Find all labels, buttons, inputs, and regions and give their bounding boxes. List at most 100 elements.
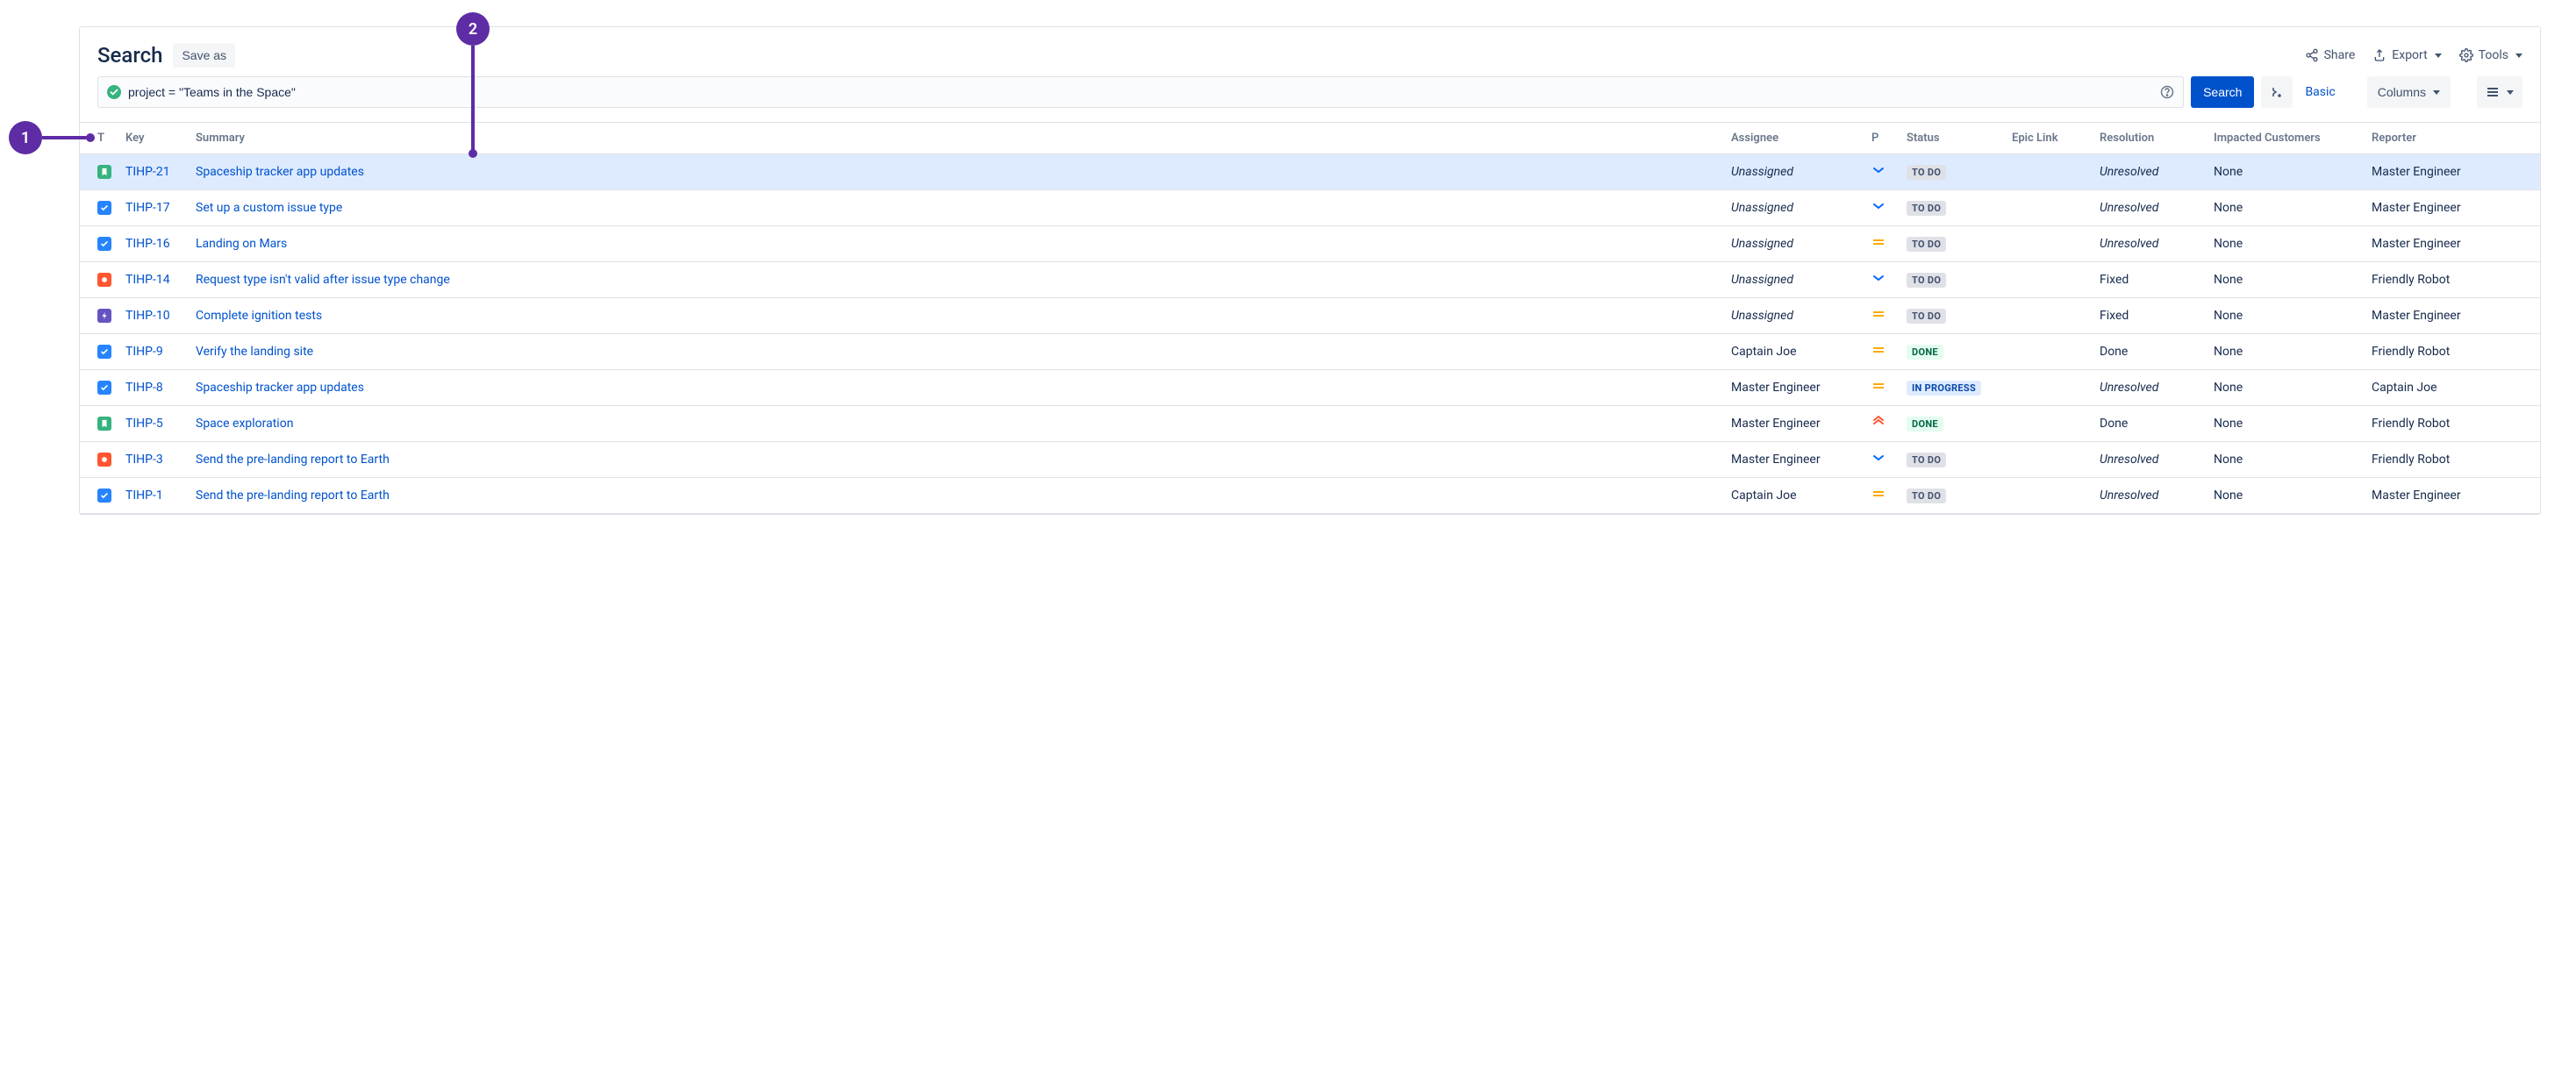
search-button[interactable]: Search [2191, 76, 2254, 108]
cell-priority [1864, 190, 1900, 226]
priority-medium-icon [1871, 487, 1885, 501]
save-as-button[interactable]: Save as [173, 43, 235, 68]
table-row[interactable]: TIHP-8 Spaceship tracker app updates Maste… [80, 370, 2540, 406]
issue-key-link[interactable]: TIHP-16 [125, 237, 170, 251]
status-badge: TO DO [1907, 201, 1946, 216]
col-header-summary[interactable]: Summary [189, 123, 1724, 154]
cell-priority [1864, 334, 1900, 370]
annotation-1-line [42, 136, 88, 139]
col-header-status[interactable]: Status [1900, 123, 2005, 154]
syntax-help-button[interactable] [2261, 76, 2293, 108]
cell-type [80, 370, 118, 406]
cell-priority [1864, 406, 1900, 442]
cell-type [80, 190, 118, 226]
col-header-key[interactable]: Key [118, 123, 189, 154]
issue-summary-link[interactable]: Spaceship tracker app updates [196, 381, 364, 395]
cell-impacted: None [2207, 478, 2365, 514]
issue-summary-link[interactable]: Set up a custom issue type [196, 201, 342, 215]
cell-resolution: Done [2100, 417, 2128, 431]
issue-summary-link[interactable]: Landing on Mars [196, 237, 287, 251]
priority-low-icon [1871, 271, 1885, 285]
tools-button[interactable]: Tools [2459, 48, 2522, 62]
cell-reporter: Master Engineer [2365, 226, 2540, 262]
table-row[interactable]: TIHP-17Set up a custom issue typeUnassig… [80, 190, 2540, 226]
issue-key-link[interactable]: TIHP-9 [125, 345, 163, 359]
col-header-impacted[interactable]: Impacted Customers [2207, 123, 2365, 154]
col-header-reporter[interactable]: Reporter [2365, 123, 2540, 154]
columns-button[interactable]: Columns [2367, 76, 2451, 108]
issue-type-icon [97, 417, 111, 431]
status-badge: TO DO [1907, 453, 1946, 467]
cell-resolution: Unresolved [2100, 489, 2158, 503]
issue-summary-link[interactable]: Send the pre-landing report to Earth [196, 453, 390, 467]
col-header-epic[interactable]: Epic Link [2005, 123, 2093, 154]
annotation-2: 2 [456, 12, 490, 46]
jql-input-box[interactable] [97, 76, 2184, 108]
issue-key-link[interactable]: TIHP-17 [125, 201, 170, 215]
cell-resolution: Fixed [2100, 309, 2129, 323]
cell-type [80, 262, 118, 298]
cell-reporter: Master Engineer [2365, 478, 2540, 514]
priority-low-icon [1871, 451, 1885, 465]
cell-impacted: None [2207, 298, 2365, 334]
table-row[interactable]: TIHP-9 Verify the landing site Captain Joe… [80, 334, 2540, 370]
valid-query-icon [107, 85, 121, 99]
table-row[interactable]: TIHP-14 Request type isn't valid after is… [80, 262, 2540, 298]
issue-type-icon [97, 273, 111, 287]
issue-summary-link[interactable]: Spaceship tracker app updates [196, 165, 364, 179]
issue-summary-link[interactable]: Request type isn't valid after issue typ… [196, 273, 450, 287]
issue-key-link[interactable]: TIHP-3 [125, 453, 163, 467]
issue-key-link[interactable]: TIHP-1 [125, 489, 163, 503]
panel-header: Search Save as Share Export Tools [80, 27, 2540, 76]
table-row[interactable]: TIHP-5Space explorationMaster EngineerDO… [80, 406, 2540, 442]
status-badge: TO DO [1907, 309, 1946, 324]
cell-resolution: Fixed [2100, 273, 2129, 287]
cell-assignee: Unassigned [1731, 273, 1793, 287]
chevron-down-icon [2507, 90, 2514, 95]
cell-type [80, 442, 118, 478]
basic-search-link[interactable]: Basic [2300, 85, 2340, 99]
status-badge: IN PROGRESS [1907, 381, 1981, 396]
issue-key-link[interactable]: TIHP-21 [125, 165, 170, 179]
table-row[interactable]: TIHP-10Complete ignition testsUnassigned… [80, 298, 2540, 334]
issue-key-link[interactable]: TIHP-8 [125, 381, 163, 395]
export-label: Export [2392, 48, 2427, 62]
table-row[interactable]: TIHP-21Spaceship tracker app updatesUnas… [80, 154, 2540, 190]
issue-key-link[interactable]: TIHP-5 [125, 417, 163, 431]
cell-assignee: Unassigned [1731, 237, 1793, 251]
issue-type-icon [97, 345, 111, 359]
table-row[interactable]: TIHP-16Landing on MarsUnassignedTO DOUnr… [80, 226, 2540, 262]
share-label: Share [2324, 48, 2356, 62]
priority-low-icon [1871, 163, 1885, 177]
gear-icon [2459, 48, 2473, 62]
table-row[interactable]: TIHP-1 Send the pre-landing report to Ear… [80, 478, 2540, 514]
share-button[interactable]: Share [2305, 48, 2356, 62]
col-header-resolution[interactable]: Resolution [2093, 123, 2207, 154]
cell-impacted: None [2207, 154, 2365, 190]
view-switcher-button[interactable] [2477, 76, 2522, 108]
cell-assignee: Captain Joe [1731, 345, 1797, 359]
cell-assignee: Master Engineer [1731, 381, 1821, 395]
issue-key-link[interactable]: TIHP-10 [125, 309, 170, 323]
issue-summary-link[interactable]: Verify the landing site [196, 345, 313, 359]
cell-assignee: Master Engineer [1731, 453, 1821, 467]
table-row[interactable]: TIHP-3 Send the pre-landing report to Ear… [80, 442, 2540, 478]
issue-key-link[interactable]: TIHP-14 [125, 273, 170, 287]
help-icon[interactable] [2160, 85, 2174, 99]
col-header-priority[interactable]: P [1864, 123, 1900, 154]
cell-reporter: Master Engineer [2365, 190, 2540, 226]
col-header-assignee[interactable]: Assignee [1724, 123, 1864, 154]
issue-type-icon [97, 309, 111, 323]
annotation-1-dot [86, 133, 95, 142]
issue-summary-link[interactable]: Send the pre-landing report to Earth [196, 489, 390, 503]
issue-summary-link[interactable]: Complete ignition tests [196, 309, 322, 323]
cell-epic [2005, 478, 2093, 514]
status-badge: DONE [1907, 345, 1943, 360]
jql-input[interactable] [128, 85, 2153, 99]
issue-summary-link[interactable]: Space exploration [196, 417, 293, 431]
export-button[interactable]: Export [2372, 48, 2441, 62]
priority-medium-icon [1871, 307, 1885, 321]
cell-epic [2005, 370, 2093, 406]
priority-medium-icon [1871, 379, 1885, 393]
priority-high-icon [1871, 415, 1885, 429]
